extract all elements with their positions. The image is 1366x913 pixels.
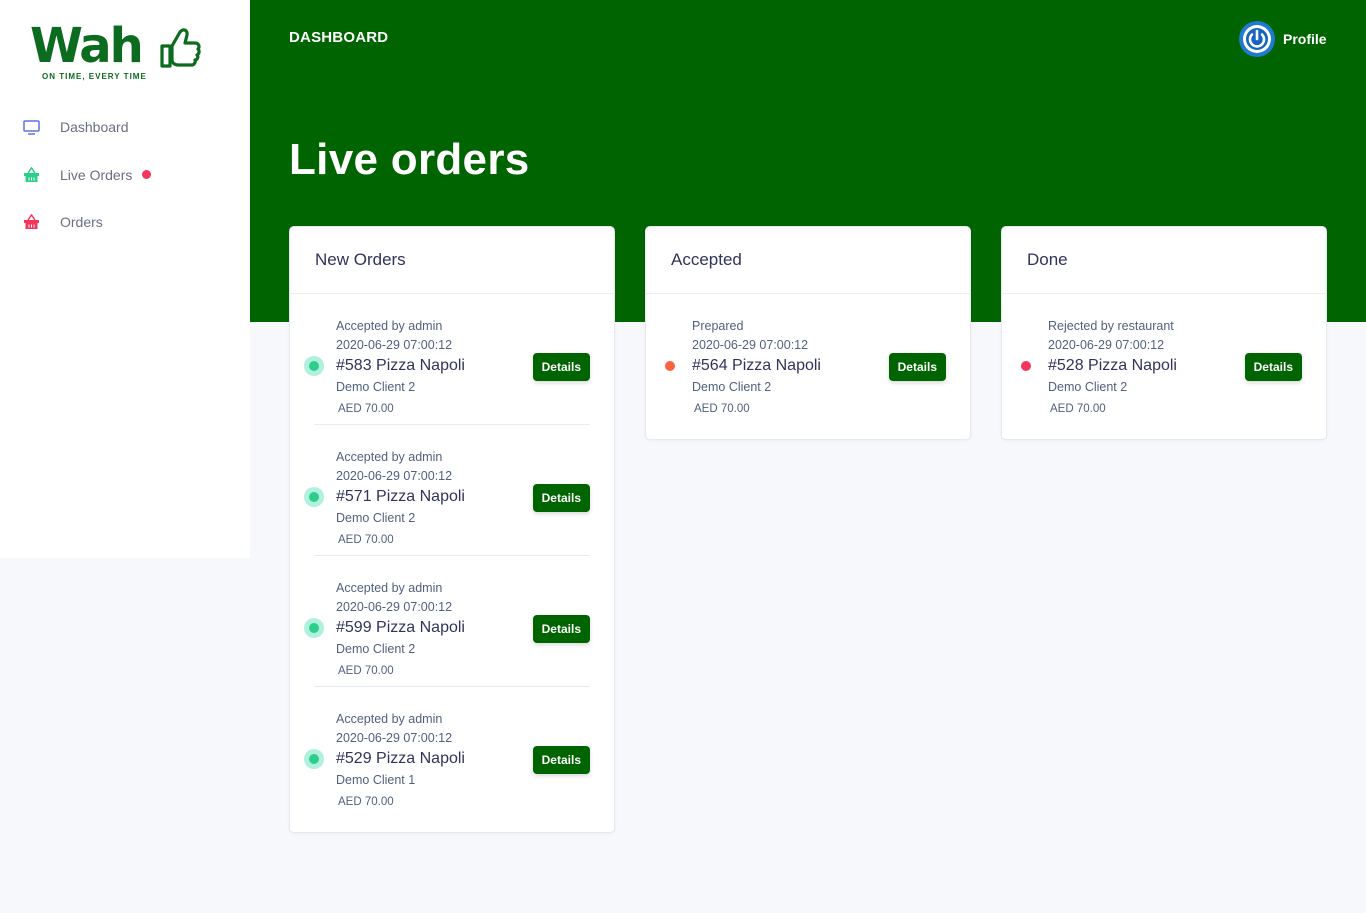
details-button[interactable]: Details [532,484,590,512]
card-title: Done [1002,227,1326,294]
sidebar: Wah ON TIME, EVERY TIME Dashboard Live O… [0,0,250,558]
order-client: Demo Client 2 [336,642,416,656]
order-title: #599 Pizza Napoli [336,619,465,636]
sidebar-item-label: Orders [60,214,103,230]
profile-label: Profile [1283,31,1327,47]
order-status: Prepared [692,319,744,333]
brand-tagline: ON TIME, EVERY TIME [42,72,147,81]
order-item: Prepared 2020-06-29 07:00:12 #564 Pizza … [670,294,946,425]
order-price: AED 70.00 [1050,403,1106,415]
status-dot [1016,356,1036,376]
monitor-icon [22,118,40,136]
order-status: Rejected by restaurant [1048,319,1174,333]
order-status: Accepted by admin [336,450,443,464]
order-time: 2020-06-29 07:00:12 [336,338,453,352]
order-client: Demo Client 1 [336,773,416,787]
status-dot [304,618,324,638]
new-orders-card: New Orders Accepted by admin 2020-06-29 … [289,226,615,833]
order-price: AED 70.00 [338,796,394,808]
status-dot [304,749,324,769]
order-client: Demo Client 2 [336,511,416,525]
order-price: AED 70.00 [338,403,394,415]
order-title: #583 Pizza Napoli [336,357,465,374]
details-button[interactable]: Details [888,353,946,381]
order-item: Accepted by admin 2020-06-29 07:00:12 #5… [304,556,590,687]
status-dot [660,356,680,376]
order-title: #529 Pizza Napoli [336,750,465,767]
card-title: Accepted [646,227,970,294]
card-title: New Orders [290,227,614,294]
sidebar-item-dashboard[interactable]: Dashboard [22,115,129,139]
sidebar-item-orders[interactable]: Orders [22,210,103,234]
order-status: Accepted by admin [336,712,443,726]
brand-name: Wah [30,18,144,74]
done-card: Done Rejected by restaurant 2020-06-29 0… [1001,226,1327,440]
breadcrumb[interactable]: DASHBOARD [289,29,388,46]
order-price: AED 70.00 [338,534,394,546]
order-time: 2020-06-29 07:00:12 [336,469,453,483]
page-title: Live orders [289,135,530,184]
details-button[interactable]: Details [532,353,590,381]
sidebar-item-label: Dashboard [60,119,129,135]
accepted-card: Accepted Prepared 2020-06-29 07:00:12 #5… [645,226,971,440]
order-status: Accepted by admin [336,319,443,333]
order-time: 2020-06-29 07:00:12 [336,600,453,614]
order-time: 2020-06-29 07:00:12 [336,731,453,745]
order-price: AED 70.00 [338,665,394,677]
basket-icon [22,213,40,231]
order-item: Accepted by admin 2020-06-29 07:00:12 #5… [304,294,590,425]
status-dot [304,487,324,507]
order-title: #571 Pizza Napoli [336,488,465,505]
order-price: AED 70.00 [694,403,750,415]
profile-button[interactable]: Profile [1238,20,1327,58]
order-item: Accepted by admin 2020-06-29 07:00:12 #5… [304,687,590,818]
power-icon [1239,21,1275,57]
status-dot [304,356,324,376]
order-status: Accepted by admin [336,581,443,595]
order-time: 2020-06-29 07:00:12 [692,338,809,352]
order-title: #564 Pizza Napoli [692,357,821,374]
order-time: 2020-06-29 07:00:12 [1048,338,1165,352]
details-button[interactable]: Details [532,615,590,643]
order-item: Rejected by restaurant 2020-06-29 07:00:… [1026,294,1302,425]
order-title: #528 Pizza Napoli [1048,357,1177,374]
live-indicator-dot [142,169,152,179]
thumbs-up-icon [160,28,201,68]
order-client: Demo Client 2 [336,380,416,394]
details-button[interactable]: Details [1244,353,1302,381]
order-client: Demo Client 2 [1048,380,1128,394]
details-button[interactable]: Details [532,746,590,774]
order-item: Accepted by admin 2020-06-29 07:00:12 #5… [304,425,590,556]
order-client: Demo Client 2 [692,380,772,394]
sidebar-item-live-orders[interactable]: Live Orders [22,163,152,187]
sidebar-item-label: Live Orders [60,167,133,183]
brand-logo[interactable]: Wah ON TIME, EVERY TIME [28,18,208,84]
basket-icon [22,166,40,184]
